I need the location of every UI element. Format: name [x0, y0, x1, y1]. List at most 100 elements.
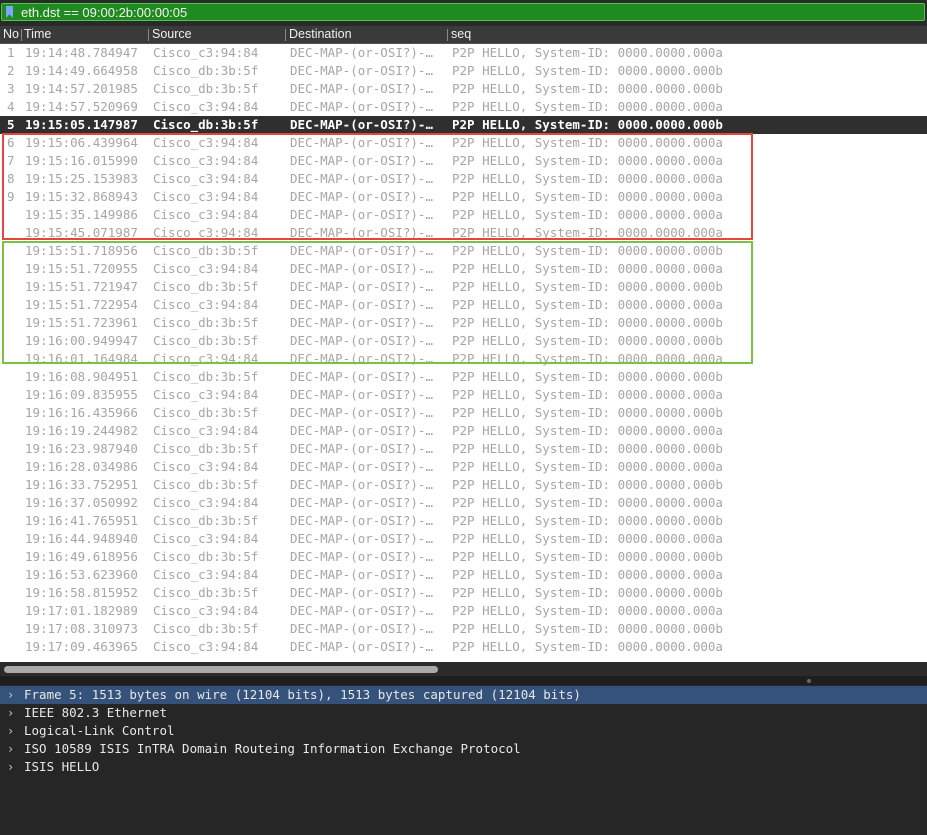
chevron-right-icon[interactable]: › [7, 758, 14, 776]
packet-row[interactable]: 19:16:33.752951 Cisco_db:3b:5f DEC-MAP-(or… [0, 476, 927, 494]
packet-destination: DEC-MAP-(or-OSI?)-… [290, 549, 433, 564]
packet-row[interactable]: 4 19:14:57.520969 Cisco_c3:94:84 DEC-MAP-(o… [0, 98, 927, 116]
column-header-time[interactable]: Time [24, 27, 51, 42]
packet-destination: DEC-MAP-(or-OSI?)-… [290, 297, 433, 312]
packet-row[interactable]: 8 19:15:25.153983 Cisco_c3:94:84 DEC-MAP-(o… [0, 170, 927, 188]
packet-row[interactable]: 19:16:41.765951 Cisco_db:3b:5f DEC-MAP-(or… [0, 512, 927, 530]
column-divider[interactable] [148, 29, 149, 41]
column-header-seq[interactable]: seq [451, 27, 471, 42]
packet-time: 19:16:08.904951 [25, 369, 138, 384]
packet-row[interactable]: 19:16:00.949947 Cisco_db:3b:5f DEC-MAP-(or… [0, 332, 927, 350]
horizontal-scrollbar[interactable] [0, 662, 927, 676]
column-header-destination[interactable]: Destination [289, 27, 352, 42]
packet-row[interactable]: 19:17:08.310973 Cisco_db:3b:5f DEC-MAP-(or… [0, 620, 927, 638]
packet-row[interactable]: 7 19:15:16.015990 Cisco_c3:94:84 DEC-MAP-(o… [0, 152, 927, 170]
packet-time: 19:14:49.664958 [25, 63, 138, 78]
packet-row[interactable]: 19:17:09.463965 Cisco_c3:94:84 DEC-MAP-(or… [0, 638, 927, 656]
packet-row[interactable]: 19:17:01.182989 Cisco_c3:94:84 DEC-MAP-(or… [0, 602, 927, 620]
packet-time: 19:16:09.835955 [25, 387, 138, 402]
detail-tree-item[interactable]: › IEEE 802.3 Ethernet [0, 704, 927, 722]
packet-row[interactable]: 19:15:51.721947 Cisco_db:3b:5f DEC-MAP-(or… [0, 278, 927, 296]
packet-row[interactable]: 5 19:15:05.147987 Cisco_db:3b:5f DEC-MAP-(o… [0, 116, 927, 134]
packet-time: 19:15:05.147987 [25, 117, 138, 132]
packet-row[interactable]: 19:16:37.050992 Cisco_c3:94:84 DEC-MAP-(or… [0, 494, 927, 512]
packet-destination: DEC-MAP-(or-OSI?)-… [290, 99, 433, 114]
packet-time: 19:16:01.164984 [25, 351, 138, 366]
packet-destination: DEC-MAP-(or-OSI?)-… [290, 387, 433, 402]
packet-destination: DEC-MAP-(or-OSI?)-… [290, 171, 433, 186]
packet-destination: DEC-MAP-(or-OSI?)-… [290, 603, 433, 618]
packet-destination: DEC-MAP-(or-OSI?)-… [290, 567, 433, 582]
packet-destination: DEC-MAP-(or-OSI?)-… [290, 423, 433, 438]
packet-row[interactable]: 19:16:08.904951 Cisco_db:3b:5f DEC-MAP-(or… [0, 368, 927, 386]
packet-destination: DEC-MAP-(or-OSI?)-… [290, 405, 433, 420]
detail-tree-item[interactable]: › Logical-Link Control [0, 722, 927, 740]
packet-row[interactable]: 19:16:58.815952 Cisco_db:3b:5f DEC-MAP-(or… [0, 584, 927, 602]
packet-row[interactable]: 19:15:51.718956 Cisco_db:3b:5f DEC-MAP-(or… [0, 242, 927, 260]
packet-row[interactable]: 19:15:45.071987 Cisco_c3:94:84 DEC-MAP-(or… [0, 224, 927, 242]
column-divider[interactable] [447, 29, 448, 41]
packet-info: P2P HELLO, System-ID: 0000.0000.000a [452, 207, 723, 222]
packet-row[interactable]: 9 19:15:32.868943 Cisco_c3:94:84 DEC-MAP-(o… [0, 188, 927, 206]
packet-source: Cisco_c3:94:84 [153, 225, 259, 240]
column-divider[interactable] [285, 29, 286, 41]
packet-destination: DEC-MAP-(or-OSI?)-… [290, 279, 433, 294]
detail-tree-item[interactable]: › Frame 5: 1513 bytes on wire (12104 bits… [0, 686, 927, 704]
packet-destination: DEC-MAP-(or-OSI?)-… [290, 531, 433, 546]
packet-list[interactable]: 1 19:14:48.784947 Cisco_c3:94:84 DEC-MAP-(o… [0, 44, 927, 662]
packet-row[interactable]: 19:15:51.722954 Cisco_c3:94:84 DEC-MAP-(or… [0, 296, 927, 314]
packet-row[interactable]: 19:16:28.034986 Cisco_c3:94:84 DEC-MAP-(or… [0, 458, 927, 476]
packet-row[interactable]: 19:16:16.435966 Cisco_db:3b:5f DEC-MAP-(or… [0, 404, 927, 422]
packet-number: 9 [7, 189, 15, 204]
packet-info: P2P HELLO, System-ID: 0000.0000.000a [452, 153, 723, 168]
display-filter-input[interactable]: eth.dst == 09:00:2b:00:00:05 [1, 3, 925, 21]
packet-source: Cisco_db:3b:5f [153, 441, 259, 456]
packet-source: Cisco_db:3b:5f [153, 333, 259, 348]
packet-source: Cisco_c3:94:84 [153, 45, 259, 60]
packet-destination: DEC-MAP-(or-OSI?)-… [290, 63, 433, 78]
packet-info: P2P HELLO, System-ID: 0000.0000.000a [452, 171, 723, 186]
packet-row[interactable]: 19:15:51.723961 Cisco_db:3b:5f DEC-MAP-(or… [0, 314, 927, 332]
packet-destination: DEC-MAP-(or-OSI?)-… [290, 477, 433, 492]
chevron-right-icon[interactable]: › [7, 740, 14, 758]
packet-row[interactable]: 19:16:01.164984 Cisco_c3:94:84 DEC-MAP-(or… [0, 350, 927, 368]
packet-source: Cisco_c3:94:84 [153, 261, 259, 276]
chevron-right-icon[interactable]: › [7, 722, 14, 740]
packet-row[interactable]: 3 19:14:57.201985 Cisco_db:3b:5f DEC-MAP-(o… [0, 80, 927, 98]
packet-row[interactable]: 6 19:15:06.439964 Cisco_c3:94:84 DEC-MAP-(o… [0, 134, 927, 152]
packet-info: P2P HELLO, System-ID: 0000.0000.000b [452, 585, 723, 600]
packet-row[interactable]: 19:16:44.948940 Cisco_c3:94:84 DEC-MAP-(or… [0, 530, 927, 548]
packet-info: P2P HELLO, System-ID: 0000.0000.000b [452, 63, 723, 78]
packet-row[interactable]: 19:15:35.149986 Cisco_c3:94:84 DEC-MAP-(or… [0, 206, 927, 224]
packet-destination: DEC-MAP-(or-OSI?)-… [290, 261, 433, 276]
chevron-right-icon[interactable]: › [7, 686, 14, 704]
detail-tree-item[interactable]: › ISO 10589 ISIS InTRA Domain Routeing In… [0, 740, 927, 758]
packet-time: 19:17:09.463965 [25, 639, 138, 654]
bookmark-icon[interactable] [6, 6, 13, 18]
packet-time: 19:15:16.015990 [25, 153, 138, 168]
packet-row[interactable]: 19:16:09.835955 Cisco_c3:94:84 DEC-MAP-(or… [0, 386, 927, 404]
packet-row[interactable]: 19:15:51.720955 Cisco_c3:94:84 DEC-MAP-(or… [0, 260, 927, 278]
packet-time: 19:15:51.721947 [25, 279, 138, 294]
column-divider[interactable] [21, 29, 22, 41]
column-header-source[interactable]: Source [152, 27, 192, 42]
packet-time: 19:16:58.815952 [25, 585, 138, 600]
packet-row[interactable]: 19:16:49.618956 Cisco_db:3b:5f DEC-MAP-(or… [0, 548, 927, 566]
packet-destination: DEC-MAP-(or-OSI?)-… [290, 117, 433, 132]
detail-tree-item[interactable]: › ISIS HELLO [0, 758, 927, 776]
packet-time: 19:15:45.071987 [25, 225, 138, 240]
chevron-right-icon[interactable]: › [7, 704, 14, 722]
packet-row[interactable]: 19:16:53.623960 Cisco_c3:94:84 DEC-MAP-(or… [0, 566, 927, 584]
packet-row[interactable]: 2 19:14:49.664958 Cisco_db:3b:5f DEC-MAP-(o… [0, 62, 927, 80]
packet-row[interactable]: 19:16:19.244982 Cisco_c3:94:84 DEC-MAP-(or… [0, 422, 927, 440]
packet-row[interactable]: 19:16:23.987940 Cisco_db:3b:5f DEC-MAP-(or… [0, 440, 927, 458]
packet-info: P2P HELLO, System-ID: 0000.0000.000a [452, 387, 723, 402]
packet-destination: DEC-MAP-(or-OSI?)-… [290, 621, 433, 636]
scrollbar-thumb[interactable] [4, 666, 438, 673]
packet-row[interactable]: 1 19:14:48.784947 Cisco_c3:94:84 DEC-MAP-(o… [0, 44, 927, 62]
pane-splitter-handle[interactable] [807, 679, 811, 683]
packet-source: Cisco_c3:94:84 [153, 171, 259, 186]
packet-info: P2P HELLO, System-ID: 0000.0000.000a [452, 567, 723, 582]
filter-expression[interactable]: eth.dst == 09:00:2b:00:00:05 [21, 5, 187, 20]
column-header-no[interactable]: No [3, 27, 21, 42]
